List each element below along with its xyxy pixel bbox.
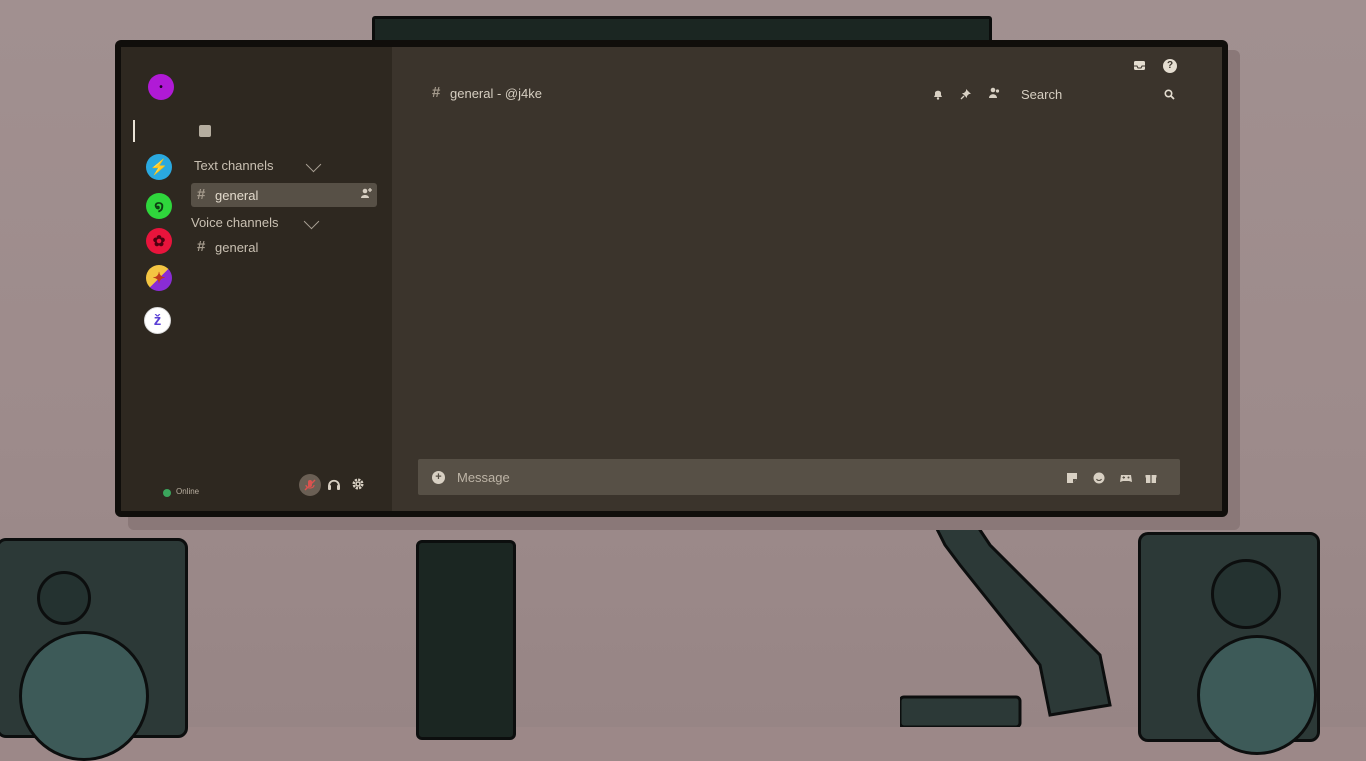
gamepad-icon bbox=[1120, 475, 1132, 482]
server-icon-swirl[interactable]: ໑ bbox=[146, 193, 172, 219]
notifications-button[interactable] bbox=[932, 87, 946, 101]
flower-icon: ✿ bbox=[152, 233, 166, 250]
add-member-icon[interactable] bbox=[359, 187, 373, 202]
left-speaker-tweeter bbox=[37, 571, 91, 625]
server-icon-lightning[interactable]: ⚡ bbox=[146, 154, 172, 180]
pin-icon bbox=[960, 89, 971, 100]
header-hash-icon: # bbox=[432, 84, 441, 101]
status-label: Online bbox=[176, 487, 200, 496]
inbox-icon bbox=[1134, 61, 1145, 70]
hash-icon: # bbox=[197, 238, 206, 255]
main-pane bbox=[392, 47, 1222, 511]
attach-button[interactable]: + bbox=[432, 471, 445, 484]
text-channels-category[interactable]: Text channels bbox=[194, 158, 274, 173]
settings-button[interactable] bbox=[351, 477, 367, 493]
channel-title: general - @j4ke bbox=[450, 86, 542, 101]
right-speaker-tweeter bbox=[1211, 559, 1281, 629]
emoji-button[interactable] bbox=[1093, 471, 1106, 484]
search-icon bbox=[1164, 89, 1175, 100]
add-member-svg bbox=[361, 188, 372, 198]
server-icon-kanji[interactable]: ž bbox=[144, 307, 171, 334]
help-button[interactable]: ? bbox=[1163, 59, 1177, 73]
headphones-button[interactable] bbox=[327, 477, 343, 493]
gift-icon bbox=[1145, 475, 1157, 483]
search-input[interactable]: Search bbox=[1021, 87, 1062, 102]
emoji-icon bbox=[1093, 472, 1105, 484]
hash-icon: # bbox=[197, 186, 206, 203]
app-window: • ⚡ ໑ ✿ ✦ ž Text channels # general Voic… bbox=[121, 47, 1222, 511]
mic-muted-icon bbox=[304, 479, 316, 491]
kanji-icon: ž bbox=[153, 312, 162, 329]
lightning-icon: ⚡ bbox=[149, 159, 169, 176]
center-tower bbox=[416, 540, 516, 740]
fire-icon: ✦ bbox=[152, 270, 166, 287]
help-icon: ? bbox=[1166, 60, 1174, 71]
server-icon-fire[interactable]: ✦ bbox=[146, 265, 172, 291]
right-speaker bbox=[1138, 532, 1320, 755]
channel-panel bbox=[179, 47, 392, 511]
inbox-button[interactable] bbox=[1133, 59, 1147, 73]
bell-icon bbox=[934, 90, 942, 100]
app-logo-face: • bbox=[159, 81, 163, 93]
channel-name-general-voice[interactable]: general bbox=[215, 240, 258, 255]
gear-icon bbox=[352, 478, 364, 490]
right-speaker-woofer bbox=[1197, 635, 1317, 755]
search-button[interactable] bbox=[1164, 87, 1176, 100]
app-logo-icon[interactable]: • bbox=[148, 74, 174, 100]
monitor-arm bbox=[900, 513, 1112, 727]
members-icon bbox=[989, 87, 1000, 98]
sticker-button[interactable] bbox=[1066, 471, 1079, 484]
swirl-icon: ໑ bbox=[154, 198, 164, 215]
events-icon[interactable] bbox=[199, 125, 211, 137]
mute-mic-button[interactable] bbox=[299, 474, 321, 496]
member-list-button[interactable] bbox=[988, 86, 1002, 100]
gif-button[interactable] bbox=[1119, 471, 1133, 484]
pinned-button[interactable] bbox=[960, 87, 974, 101]
server-icon-flower[interactable]: ✿ bbox=[146, 228, 172, 254]
headphones-icon bbox=[328, 479, 340, 490]
left-speaker bbox=[0, 538, 188, 761]
selected-server-indicator bbox=[133, 120, 135, 142]
channel-name-general-text: general bbox=[215, 188, 259, 203]
status-dot-online bbox=[163, 489, 171, 497]
message-input[interactable]: Message bbox=[457, 470, 510, 485]
plus-icon: + bbox=[435, 471, 442, 483]
sticker-icon bbox=[1067, 473, 1077, 483]
left-speaker-woofer bbox=[19, 631, 149, 761]
gift-button[interactable] bbox=[1145, 471, 1158, 484]
voice-channels-category[interactable]: Voice channels bbox=[191, 215, 278, 230]
